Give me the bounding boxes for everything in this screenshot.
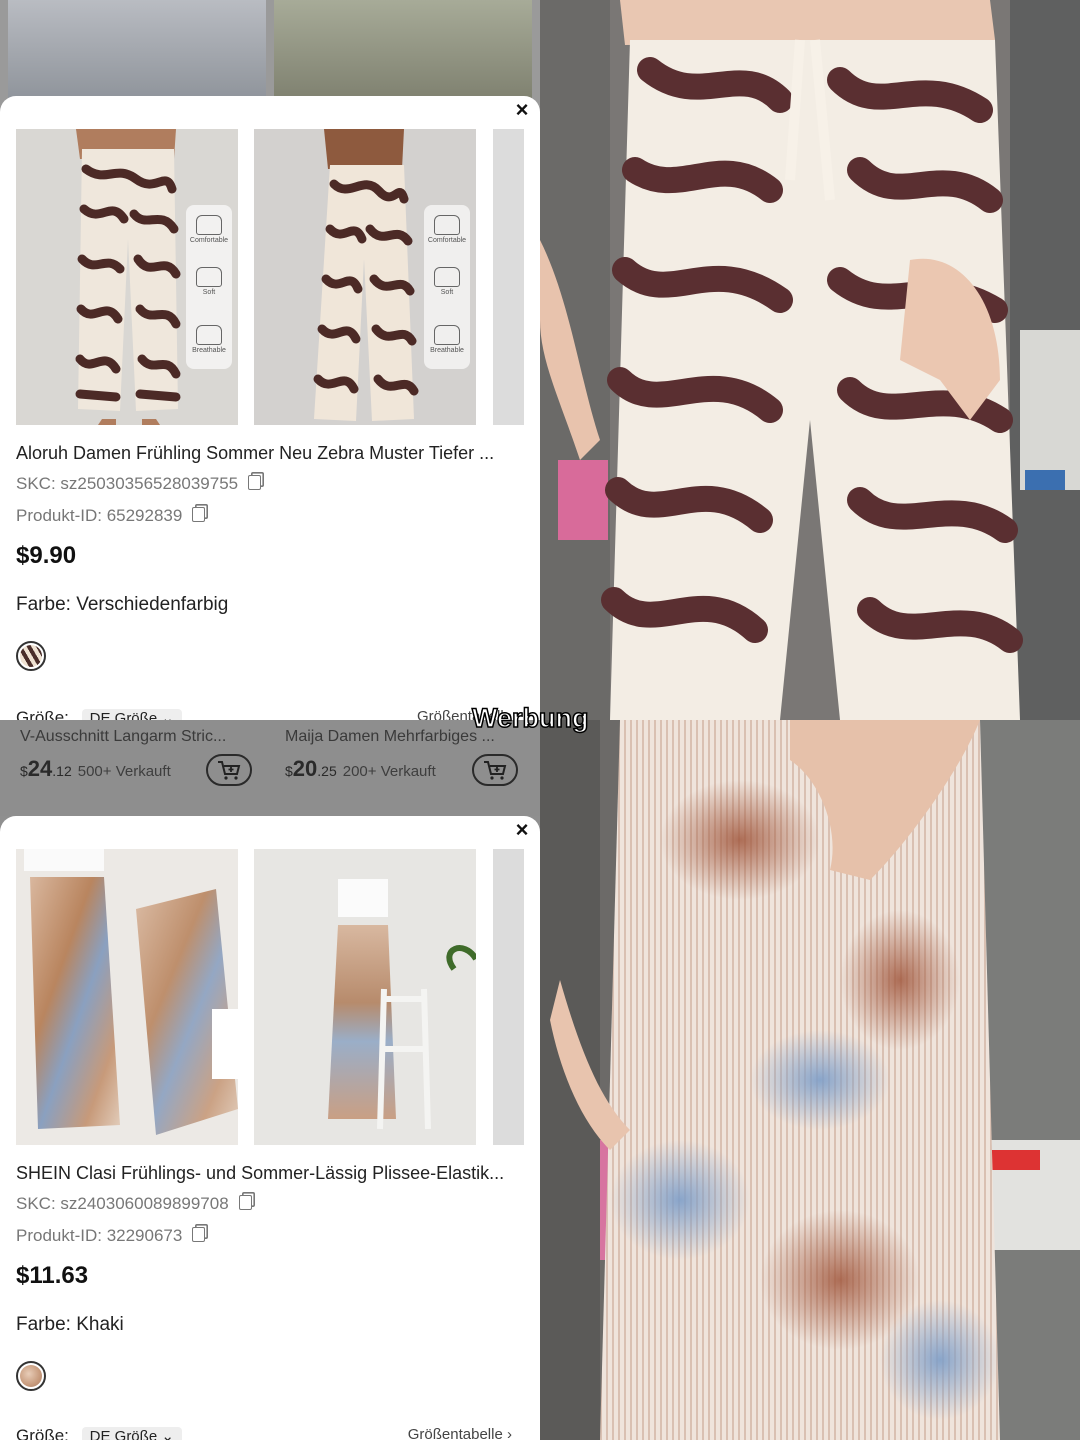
badge-soft: Soft (424, 267, 470, 296)
product-image[interactable]: Comfortable Soft Breathable (16, 129, 238, 425)
color-row: Farbe: Verschiedenfarbig (16, 594, 229, 615)
size-chart-link[interactable]: Größentabelle › (408, 1426, 512, 1440)
comfortable-icon (434, 215, 460, 235)
comfortable-icon (196, 215, 222, 235)
ad-label: Werbung (471, 702, 589, 734)
product-image-carousel[interactable] (16, 849, 524, 1145)
product-title[interactable]: Aloruh Damen Frühling Sommer Neu Zebra M… (16, 443, 526, 464)
rec-item-price: $24.12 500+ Verkauft (20, 756, 171, 781)
badge-breathable: Breathable (186, 325, 232, 354)
color-value: Verschiedenfarbig (76, 594, 229, 615)
size-row: Größe: DE Größe ⌄ Größentabelle (16, 708, 526, 720)
badge-comfortable: Comfortable (186, 215, 232, 244)
product-price: $9.90 (16, 542, 77, 569)
copy-icon[interactable] (192, 1227, 206, 1242)
color-swatch[interactable] (16, 641, 46, 671)
cart-icon (484, 761, 507, 780)
product-image-carousel[interactable]: Comfortable Soft Breathable Comfortable … (16, 129, 524, 425)
rec-item-title[interactable]: V-Ausschnitt Langarm Stric... (20, 728, 226, 746)
add-to-cart-button[interactable] (472, 754, 518, 786)
skc-text: SKC: sz2403060089899708 (16, 1194, 252, 1214)
close-icon[interactable]: × (512, 99, 532, 121)
badge-comfortable: Comfortable (424, 215, 470, 244)
size-row: Größe: DE Größe ⌄ Größentabelle › (16, 1426, 526, 1440)
color-swatch[interactable] (16, 1361, 46, 1391)
product-id-text: Produkt-ID: 32290673 (16, 1226, 206, 1246)
size-dropdown[interactable]: DE Größe ⌄ (81, 1427, 182, 1440)
product-image-partial[interactable] (493, 849, 524, 1145)
product-sheet: × (0, 96, 540, 720)
copy-icon[interactable] (248, 475, 262, 490)
feature-badges: Comfortable Soft Breathable (424, 205, 470, 369)
rec-item-price: $20.25 200+ Verkauft (285, 756, 436, 781)
cart-icon (218, 761, 241, 780)
color-value: Khaki (76, 1314, 124, 1335)
product-image[interactable] (16, 849, 238, 1145)
background-product-thumb[interactable] (8, 0, 266, 100)
product-title[interactable]: SHEIN Clasi Frühlings- und Sommer-Lässig… (16, 1163, 526, 1184)
close-icon[interactable]: × (512, 819, 532, 841)
color-row: Farbe: Khaki (16, 1314, 124, 1335)
breathable-icon (434, 325, 460, 345)
recommendation-strip: V-Ausschnitt Langarm Stric... $24.12 500+… (0, 720, 540, 816)
skc-text: SKC: sz25030356528039755 (16, 474, 262, 494)
breathable-icon (196, 325, 222, 345)
soft-icon (196, 267, 222, 287)
feature-badges: Comfortable Soft Breathable (186, 205, 232, 369)
badge-soft: Soft (186, 267, 232, 296)
product-sheet: × (0, 816, 540, 1440)
product-price: $11.63 (16, 1262, 89, 1289)
top-product-sheet-panel: × Comfortable Soft Breathable Comfortabl… (0, 0, 540, 720)
photo-pleated-skirt (540, 720, 1080, 1440)
size-dropdown[interactable]: DE Größe ⌄ (81, 709, 182, 720)
product-image[interactable] (254, 849, 476, 1145)
product-image[interactable]: Comfortable Soft Breathable (254, 129, 476, 425)
badge-breathable: Breathable (424, 325, 470, 354)
copy-icon[interactable] (238, 1195, 252, 1210)
rec-item-title[interactable]: Maija Damen Mehrfarbiges ... (285, 728, 495, 746)
copy-icon[interactable] (192, 507, 206, 522)
product-image-partial[interactable] (493, 129, 524, 425)
photo-zebra-pants (540, 0, 1080, 720)
add-to-cart-button[interactable] (206, 754, 252, 786)
product-id-text: Produkt-ID: 65292839 (16, 506, 206, 526)
soft-icon (434, 267, 460, 287)
background-product-thumb[interactable] (274, 0, 532, 100)
bottom-product-sheet-panel: V-Ausschnitt Langarm Stric... $24.12 500+… (0, 720, 540, 1440)
